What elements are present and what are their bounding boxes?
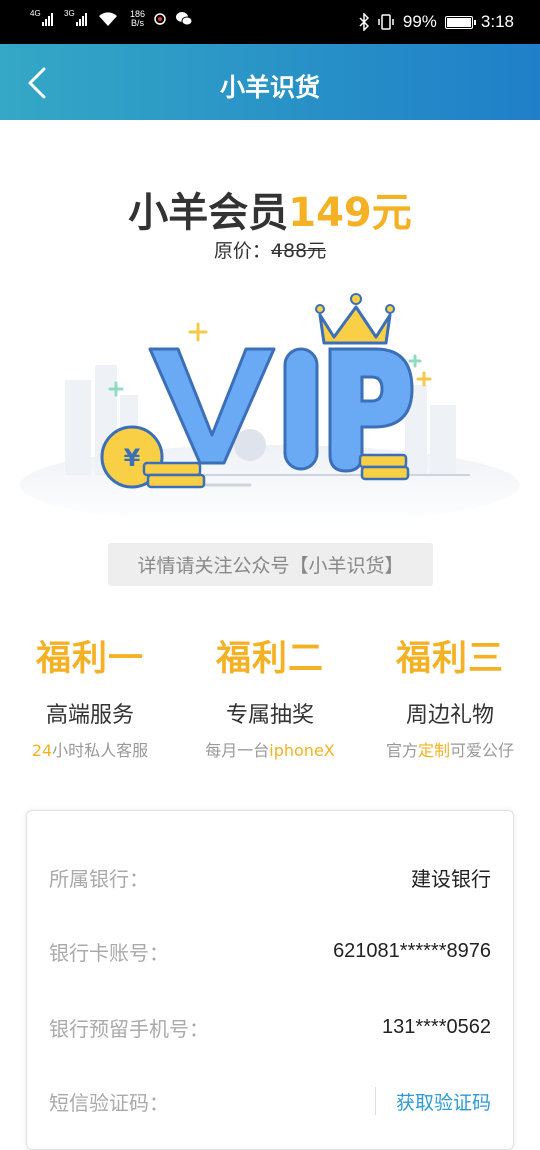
signal-icon-sim2: 3G [64,9,90,26]
wifi-icon [99,12,117,26]
signal-icon-sim1: 4G [30,9,56,26]
benefit-desc-highlight: iphoneX [269,741,335,760]
benefit-3: 福利三 周边礼物 官方定制可爱公仔 [360,630,540,761]
membership-name: 小羊会员 [128,190,289,236]
membership-title: 小羊会员149元 [0,180,540,238]
bank-label: 所属银行： [49,866,149,891]
clock: 3:18 [480,12,514,31]
sms-code-label: 短信验证码： [49,1090,169,1115]
card-number-value[interactable]: 621081******8976 [333,940,491,963]
sms-code-row[interactable]: 短信验证码： 获取验证码 [49,1081,491,1121]
benefit-subtitle: 高端服务 [45,703,134,728]
original-price-label: 原价： [213,240,271,262]
sim1-network-type: 4G [30,9,41,18]
phone-value[interactable]: 131****0562 [382,1016,491,1039]
benefit-desc: 24小时私人客服 [0,737,180,761]
svg-text:¥: ¥ [124,444,141,472]
sim2-network-type: 3G [64,9,75,18]
phone-row[interactable]: 银行预留手机号： 131****0562 [49,1007,491,1047]
benefit-title: 福利三 [395,639,504,679]
benefit-desc-text: 官方 [385,741,418,760]
benefit-2: 福利二 专属抽奖 每月一台iphoneX [180,630,360,761]
card-number-label: 银行卡账号： [49,940,169,965]
benefit-desc-text: 每月一台 [205,741,270,760]
vibrate-icon [378,14,394,30]
original-price-value: 488元 [270,240,327,262]
benefit-subtitle: 周边礼物 [405,703,494,728]
bank-value[interactable]: 建设银行 [411,863,491,892]
divider [374,1087,376,1115]
card-row[interactable]: 银行卡账号： 621081******8976 [49,931,491,971]
membership-price: 149元 [288,190,412,236]
notification-icon [154,13,166,25]
benefit-desc-text: 可爱公仔 [450,741,515,760]
vip-illustration: ¥ [20,293,520,525]
status-bar: 4G 3G 186 B/s 99% 3:18 [0,0,540,44]
follow-notice: 详情请关注公众号【小羊识货】 [108,543,433,586]
benefit-subtitle: 专属抽奖 [225,703,314,728]
benefit-desc: 官方定制可爱公仔 [360,737,540,761]
wechat-icon [176,12,193,26]
page-title: 小羊识货 [219,73,320,102]
battery-percent: 99% [402,12,437,31]
get-code-button[interactable]: 获取验证码 [374,1087,491,1115]
phone-label: 银行预留手机号： [49,1016,209,1041]
bank-info-form: 所属银行： 建设银行 银行卡账号： 621081******8976 银行预留手… [26,810,514,1150]
benefit-desc-highlight: 定制 [417,741,450,760]
battery-icon [444,15,476,29]
benefit-desc-text: 小时私人客服 [52,741,149,760]
speed-unit: B/s [131,18,145,28]
bluetooth-icon [359,13,369,31]
benefit-title: 福利二 [215,639,324,679]
benefit-desc: 每月一台iphoneX [180,737,360,761]
nav-bar: 小羊识货 [0,44,540,120]
benefit-title: 福利一 [35,639,144,679]
bank-row[interactable]: 所属银行： 建设银行 [49,857,491,897]
benefit-desc-highlight: 24 [31,741,53,760]
original-price-line: 原价：488元 [0,236,540,263]
get-code-button-label: 获取验证码 [395,1091,491,1114]
benefit-1: 福利一 高端服务 24小时私人客服 [0,630,180,761]
network-speed: 186 B/s [130,10,145,28]
